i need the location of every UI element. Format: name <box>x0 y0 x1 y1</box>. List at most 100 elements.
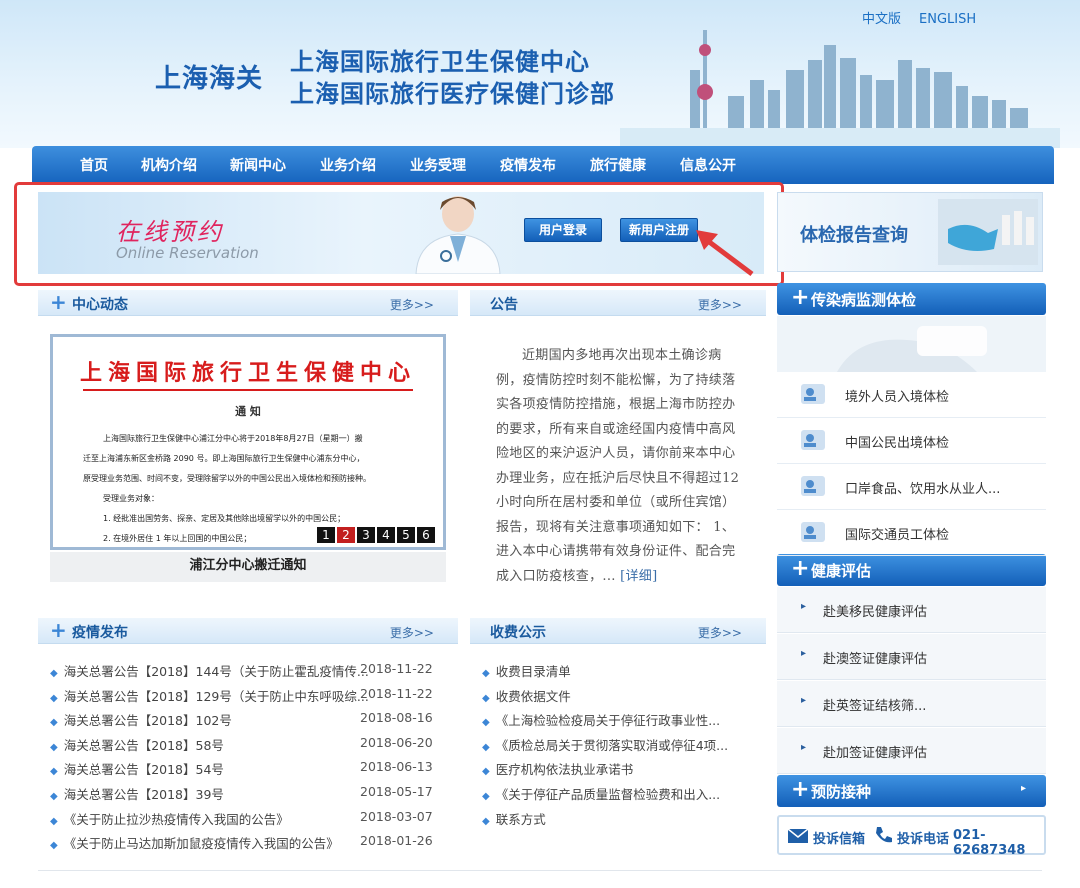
fee-item-title[interactable]: 《上海检验检疫局关于停征行政事业性... <box>496 713 720 728</box>
sidebar-header-vaccination[interactable]: + 预防接种 ▸ <box>777 775 1046 807</box>
list-item[interactable]: ◆ 《上海检验检疫局关于停征行政事业性... <box>482 710 720 729</box>
list-item[interactable]: ◆ 《质检总局关于贯彻落实取消或停征4项... <box>482 735 728 754</box>
nav-news[interactable]: 新闻中心 <box>230 155 286 175</box>
sidebar-item[interactable]: ▸ 赴美移民健康评估 <box>777 587 1046 633</box>
fee-item-title[interactable]: 《质检总局关于贯彻落实取消或停征4项... <box>496 738 728 753</box>
nav-about[interactable]: 机构介绍 <box>141 155 197 175</box>
sidebar-item[interactable]: 国际交通员工体检 <box>777 510 1046 556</box>
nav-services[interactable]: 业务介绍 <box>320 155 376 175</box>
chevron-right-icon: ▸ <box>801 695 807 706</box>
bullet-icon: ◆ <box>482 741 490 753</box>
sidebar-item[interactable]: 境外人员入境体检 <box>777 372 1046 418</box>
complaint-phone-number: 021-62687348 <box>953 828 1026 858</box>
page-button-active[interactable]: 2 <box>337 527 355 543</box>
nav-accept[interactable]: 业务受理 <box>410 155 466 175</box>
announcement-detail-link[interactable]: [详细] <box>620 569 657 584</box>
sidebar-item[interactable]: 中国公民出境体检 <box>777 418 1046 464</box>
list-item[interactable]: ◆ 海关总署公告【2018】102号 <box>50 710 232 729</box>
epidemic-item-title[interactable]: 海关总署公告【2018】58号 <box>64 738 224 753</box>
sidebar-item-label: 口岸食品、饮用水从业人... <box>845 482 1001 497</box>
epidemic-item-date: 2018-03-07 <box>360 808 433 824</box>
page-button[interactable]: 5 <box>397 527 415 543</box>
list-item[interactable]: ◆ 海关总署公告【2018】58号 <box>50 735 224 754</box>
crew-icon <box>801 522 825 542</box>
epidemic-item-title[interactable]: 《关于防止拉沙热疫情传入我国的公告》 <box>64 812 289 827</box>
sidebar-item[interactable]: ▸ 赴加签证健康评估 <box>777 728 1046 774</box>
list-item[interactable]: ◆ 海关总署公告【2018】39号 <box>50 784 224 803</box>
page-button[interactable]: 3 <box>357 527 375 543</box>
id-card-icon <box>801 384 825 404</box>
sidebar-header-label: 健康评估 <box>811 562 872 580</box>
nav-info-public[interactable]: 信息公开 <box>680 155 736 175</box>
epidemic-more-link[interactable]: 更多>> <box>390 624 434 641</box>
fee-item-title[interactable]: 《关于停征产品质量监督检验费和出入... <box>496 787 720 802</box>
city-skyline-image <box>620 30 1060 148</box>
plus-icon: + <box>791 285 810 310</box>
list-item[interactable]: ◆ 海关总署公告【2018】129号（关于防止中东呼吸综... <box>50 686 369 705</box>
bullet-icon: ◆ <box>482 717 490 729</box>
fee-item-title[interactable]: 收费目录清单 <box>496 664 571 679</box>
epidemic-item-title[interactable]: 海关总署公告【2018】144号（关于防止霍乱疫情传... <box>64 664 369 679</box>
badge-icon <box>801 476 825 496</box>
nav-epidemic[interactable]: 疫情发布 <box>500 155 556 175</box>
bullet-icon: ◆ <box>50 791 58 802</box>
notice-line: 2. 在境外居住 1 年以上回国的中国公民； <box>103 534 252 543</box>
main-nav: 首页 机构介绍 新闻中心 业务介绍 业务受理 疫情发布 旅行健康 信息公开 <box>32 146 1054 184</box>
mail-icon <box>787 828 809 843</box>
list-item[interactable]: ◆ 《关于防止马达加斯加鼠疫疫情传入我国的公告》 <box>50 833 339 852</box>
announcement-header: 公告 更多>> <box>470 290 766 316</box>
epidemic-item-date: 2018-08-16 <box>360 710 433 726</box>
epidemic-item-title[interactable]: 海关总署公告【2018】102号 <box>64 713 232 728</box>
list-item[interactable]: ◆ 海关总署公告【2018】54号 <box>50 759 224 778</box>
list-item[interactable]: ◆ 医疗机构依法执业承诺书 <box>482 759 633 778</box>
bullet-icon: ◆ <box>50 840 58 852</box>
nav-home[interactable]: 首页 <box>80 155 108 175</box>
center-news-more-link[interactable]: 更多>> <box>390 296 434 313</box>
sidebar-header-health-eval[interactable]: + 健康评估 <box>777 554 1046 586</box>
complaint-bar: 投诉信箱 投诉电话 021-62687348 <box>777 815 1046 858</box>
sidebar-header-label: 传染病监测体检 <box>811 291 917 309</box>
sidebar-item[interactable]: ▸ 赴英签证结核筛... <box>777 681 1046 727</box>
chevron-right-icon: ▸ <box>801 601 807 612</box>
list-item[interactable]: ◆ 《关于防止拉沙热疫情传入我国的公告》 <box>50 809 289 828</box>
sidebar-item-label: 赴美移民健康评估 <box>823 605 928 620</box>
epidemic-item-title[interactable]: 海关总署公告【2018】54号 <box>64 762 224 777</box>
exam-report-query[interactable]: 体检报告查询 <box>777 192 1043 272</box>
notice-line: 受理业务对象： <box>103 494 159 503</box>
announcement-more-link[interactable]: 更多>> <box>698 296 742 313</box>
fee-item-title[interactable]: 收费依据文件 <box>496 689 571 704</box>
page-button[interactable]: 1 <box>317 527 335 543</box>
sidebar-item[interactable]: ▸ 赴澳签证健康评估 <box>777 634 1046 680</box>
sidebar-header-label: 预防接种 <box>811 783 872 801</box>
complaint-mailbox-link[interactable]: 投诉信箱 <box>813 828 865 847</box>
page-button[interactable]: 6 <box>417 527 435 543</box>
sidebar-header-infectious[interactable]: + 传染病监测体检 <box>777 283 1046 315</box>
sidebar-item-label: 国际交通员工体检 <box>845 528 950 543</box>
list-item[interactable]: ◆ 收费目录清单 <box>482 661 571 680</box>
chevron-right-icon: ▸ <box>801 648 807 659</box>
slideshow-caption[interactable]: 浦江分中心搬迁通知 <box>50 552 446 582</box>
fees-more-link[interactable]: 更多>> <box>698 624 742 641</box>
list-item[interactable]: ◆ 《关于停征产品质量监督检验费和出入... <box>482 784 720 803</box>
sidebar-item-label: 赴澳签证健康评估 <box>823 652 928 667</box>
page-button[interactable]: 4 <box>377 527 395 543</box>
sidebar-item-label: 赴英签证结核筛... <box>823 699 927 714</box>
bullet-icon: ◆ <box>50 815 58 827</box>
sidebar-item[interactable]: 口岸食品、饮用水从业人... <box>777 464 1046 510</box>
list-item[interactable]: ◆ 联系方式 <box>482 809 546 828</box>
nav-travel-health[interactable]: 旅行健康 <box>590 155 646 175</box>
news-slideshow[interactable]: 上海国际旅行卫生保健中心 通 知 上海国际旅行卫生保健中心浦江分中心将于2018… <box>50 334 446 550</box>
epidemic-item-title[interactable]: 《关于防止马达加斯加鼠疫疫情传入我国的公告》 <box>64 836 339 851</box>
epidemic-item-date: 2018-06-20 <box>360 734 433 750</box>
epidemic-item-date: 2018-05-17 <box>360 784 433 799</box>
epidemic-item-title[interactable]: 海关总署公告【2018】39号 <box>64 787 224 802</box>
plus-icon: + <box>791 777 810 802</box>
list-item[interactable]: ◆ 收费依据文件 <box>482 686 571 705</box>
epidemic-item-title[interactable]: 海关总署公告【2018】129号（关于防止中东呼吸综... <box>64 689 369 704</box>
fee-item-title[interactable]: 联系方式 <box>496 812 546 827</box>
bullet-icon: ◆ <box>50 668 58 679</box>
fee-item-title[interactable]: 医疗机构依法执业承诺书 <box>496 762 634 777</box>
list-item[interactable]: ◆ 海关总署公告【2018】144号（关于防止霍乱疫情传... <box>50 661 369 680</box>
epidemic-header: + 疫情发布 更多>> <box>38 618 458 644</box>
notice-line: 迁至上海浦东新区金桥路 2090 号。即上海国际旅行卫生保健中心浦东分中心， <box>83 454 365 463</box>
